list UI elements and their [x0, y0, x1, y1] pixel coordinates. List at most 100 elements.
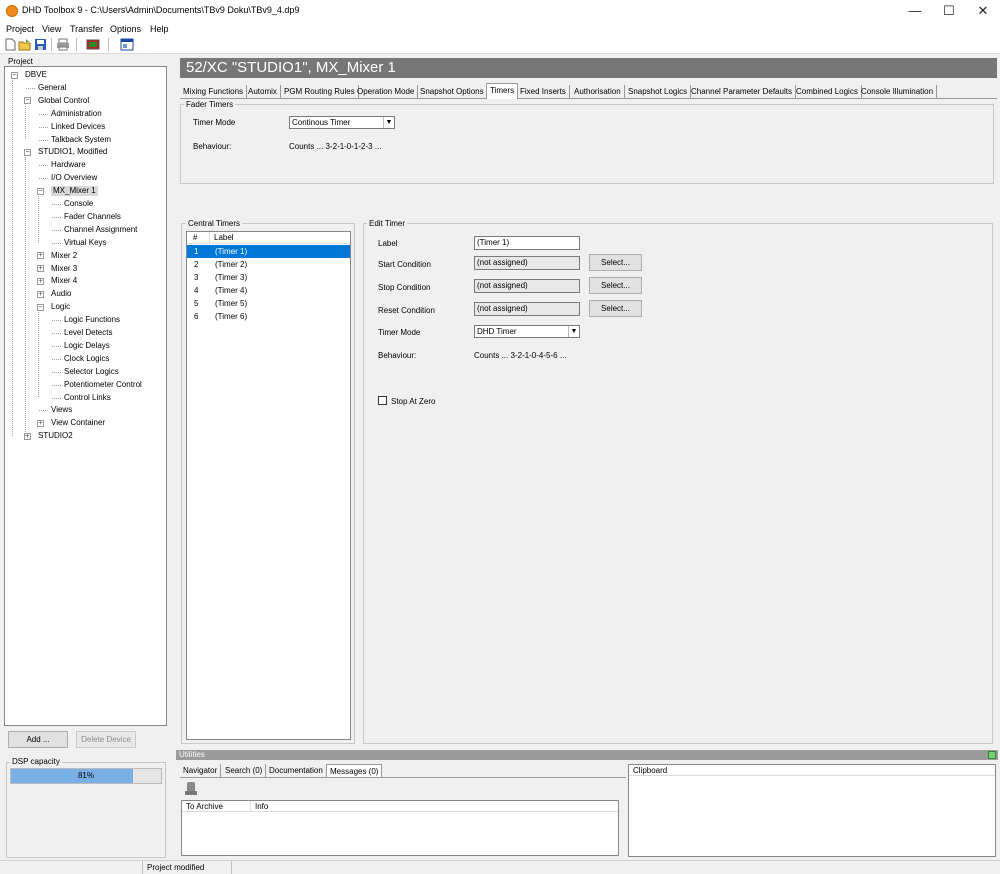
tree-item[interactable]: Clock Logics: [64, 354, 109, 364]
reset-select-button[interactable]: Select...: [589, 300, 642, 317]
tree-item[interactable]: STUDIO1, Modified: [38, 147, 107, 157]
tree-item[interactable]: Administration: [51, 109, 102, 119]
tree-item[interactable]: STUDIO2: [38, 431, 73, 441]
tree-item[interactable]: Global Control: [38, 96, 89, 106]
expand-icon[interactable]: +: [37, 277, 44, 285]
save-icon[interactable]: [34, 38, 48, 51]
tree-item[interactable]: Level Detects: [64, 328, 112, 338]
tree-item[interactable]: Control Links: [64, 393, 111, 403]
tree-item[interactable]: Mixer 4: [51, 276, 77, 286]
tab-automix[interactable]: Automix: [245, 85, 281, 98]
menu-transfer[interactable]: Transfer: [70, 24, 103, 34]
collapse-icon[interactable]: −: [24, 148, 31, 156]
tab-authorisation[interactable]: Authorisation: [571, 85, 625, 98]
expand-icon[interactable]: +: [37, 290, 44, 298]
tree-item[interactable]: Linked Devices: [51, 122, 105, 132]
tab-channel-parameter-defaults[interactable]: Channel Parameter Defaults: [688, 85, 796, 98]
tree-connector: [39, 126, 48, 128]
maximize-button[interactable]: ☐: [932, 0, 966, 22]
print-icon[interactable]: [56, 38, 70, 51]
stop-condition-label: Stop Condition: [378, 283, 431, 292]
minimize-button[interactable]: —: [898, 0, 932, 22]
stop-at-zero-checkbox[interactable]: [378, 396, 387, 405]
dsp-capacity-value: 81%: [77, 771, 94, 780]
tree-item[interactable]: DBVE: [25, 70, 47, 80]
tab-operation-mode[interactable]: Operation Mode: [354, 85, 419, 98]
delete-device-button[interactable]: Delete Device: [76, 731, 136, 748]
tab-snapshot-logics[interactable]: Snapshot Logics: [625, 85, 692, 98]
tree-item[interactable]: Channel Assignment: [64, 225, 137, 235]
tree-item[interactable]: Virtual Keys: [64, 238, 107, 248]
tree-item[interactable]: Selector Logics: [64, 367, 119, 377]
clipboard-panel[interactable]: Clipboard: [628, 764, 996, 857]
tab-mixing-functions[interactable]: Mixing Functions: [180, 85, 248, 98]
reset-condition-label: Reset Condition: [378, 306, 435, 315]
utility-tab-navigator[interactable]: Navigator: [180, 764, 222, 777]
start-select-button[interactable]: Select...: [589, 254, 642, 271]
utilities-titlebar: Utilities: [176, 750, 998, 760]
menu-view[interactable]: View: [42, 24, 61, 34]
menu-options[interactable]: Options: [110, 24, 141, 34]
tree-item[interactable]: Audio: [51, 289, 71, 299]
archive-icon[interactable]: [184, 781, 198, 796]
utility-tab-documentation[interactable]: Documentation: [266, 764, 327, 777]
collapse-icon[interactable]: −: [24, 97, 31, 105]
table-row[interactable]: 3 (Timer 3): [187, 271, 350, 284]
tab-timers[interactable]: Timers: [486, 83, 519, 99]
tree-item[interactable]: I/O Overview: [51, 173, 97, 183]
tree-item[interactable]: Views: [51, 405, 72, 415]
tree-item[interactable]: Mixer 2: [51, 251, 77, 261]
project-tree[interactable]: − DBVE General − Global Control Administratio…: [4, 66, 167, 726]
start-condition-label: Start Condition: [378, 260, 431, 269]
add-device-button[interactable]: Add ...: [8, 731, 68, 748]
utility-tab-messages-0-[interactable]: Messages (0): [326, 764, 383, 777]
tab-console-illumination[interactable]: Console Illumination: [858, 85, 938, 98]
utilities-toggle-icon[interactable]: [988, 751, 996, 759]
tree-item[interactable]: Fader Channels: [64, 212, 121, 222]
table-row[interactable]: 2 (Timer 2): [187, 258, 350, 271]
central-timers-list[interactable]: # Label 1 (Timer 1) 2 (Timer 2) 3 (Timer 3) 4 (…: [186, 231, 351, 740]
tab-combined-logics[interactable]: Combined Logics: [793, 85, 862, 98]
timer-mode-select[interactable]: DHD Timer ▼: [474, 325, 580, 338]
new-file-icon[interactable]: [3, 38, 17, 51]
tree-item[interactable]: Potentiometer Control: [64, 380, 142, 390]
table-row[interactable]: 4 (Timer 4): [187, 284, 350, 297]
stop-select-button[interactable]: Select...: [589, 277, 642, 294]
collapse-icon[interactable]: −: [37, 303, 44, 311]
expand-icon[interactable]: +: [37, 419, 44, 427]
table-row[interactable]: 5 (Timer 5): [187, 297, 350, 310]
tree-item[interactable]: MX_Mixer 1: [51, 186, 98, 197]
tree-item[interactable]: View Container: [51, 418, 105, 428]
fader-timer-mode-select[interactable]: Continous Timer ▼: [289, 116, 395, 129]
collapse-icon[interactable]: −: [11, 71, 18, 79]
messages-table[interactable]: To Archive Info: [181, 800, 619, 856]
close-button[interactable]: ✕: [966, 0, 1000, 22]
tab-pgm-routing-rules[interactable]: PGM Routing Rules: [281, 85, 359, 98]
view-window-icon[interactable]: [120, 38, 134, 51]
tab-fixed-inserts[interactable]: Fixed Inserts: [517, 85, 570, 98]
col-info: Info: [250, 801, 268, 812]
tree-item[interactable]: Talkback System: [51, 135, 111, 145]
expand-icon[interactable]: +: [37, 265, 44, 272]
tree-item[interactable]: General: [38, 83, 66, 93]
collapse-icon[interactable]: −: [37, 187, 44, 195]
menu-help[interactable]: Help: [150, 24, 169, 34]
utility-tab-search-0-[interactable]: Search (0): [222, 764, 267, 777]
expand-icon[interactable]: +: [37, 252, 44, 260]
timer-mode-value: DHD Timer: [477, 327, 517, 336]
open-folder-icon[interactable]: [18, 38, 32, 51]
tab-snapshot-options[interactable]: Snapshot Options: [417, 85, 488, 98]
menu-project[interactable]: Project: [6, 24, 34, 34]
tree-item[interactable]: Mixer 3: [51, 264, 77, 274]
tree-item[interactable]: Logic Delays: [64, 341, 110, 351]
table-row[interactable]: 1 (Timer 1): [187, 245, 350, 258]
tree-item[interactable]: Logic Functions: [64, 315, 120, 325]
table-row[interactable]: 6 (Timer 6): [187, 310, 350, 323]
tree-item[interactable]: Hardware: [51, 160, 86, 170]
transfer-icon[interactable]: [86, 38, 100, 51]
tree-item[interactable]: Logic: [51, 302, 70, 312]
tree-item[interactable]: Console: [64, 199, 93, 209]
tree-connector: [52, 371, 61, 373]
timer-label-input[interactable]: (Timer 1): [474, 236, 580, 250]
timer-label: (Timer 3): [215, 272, 248, 282]
